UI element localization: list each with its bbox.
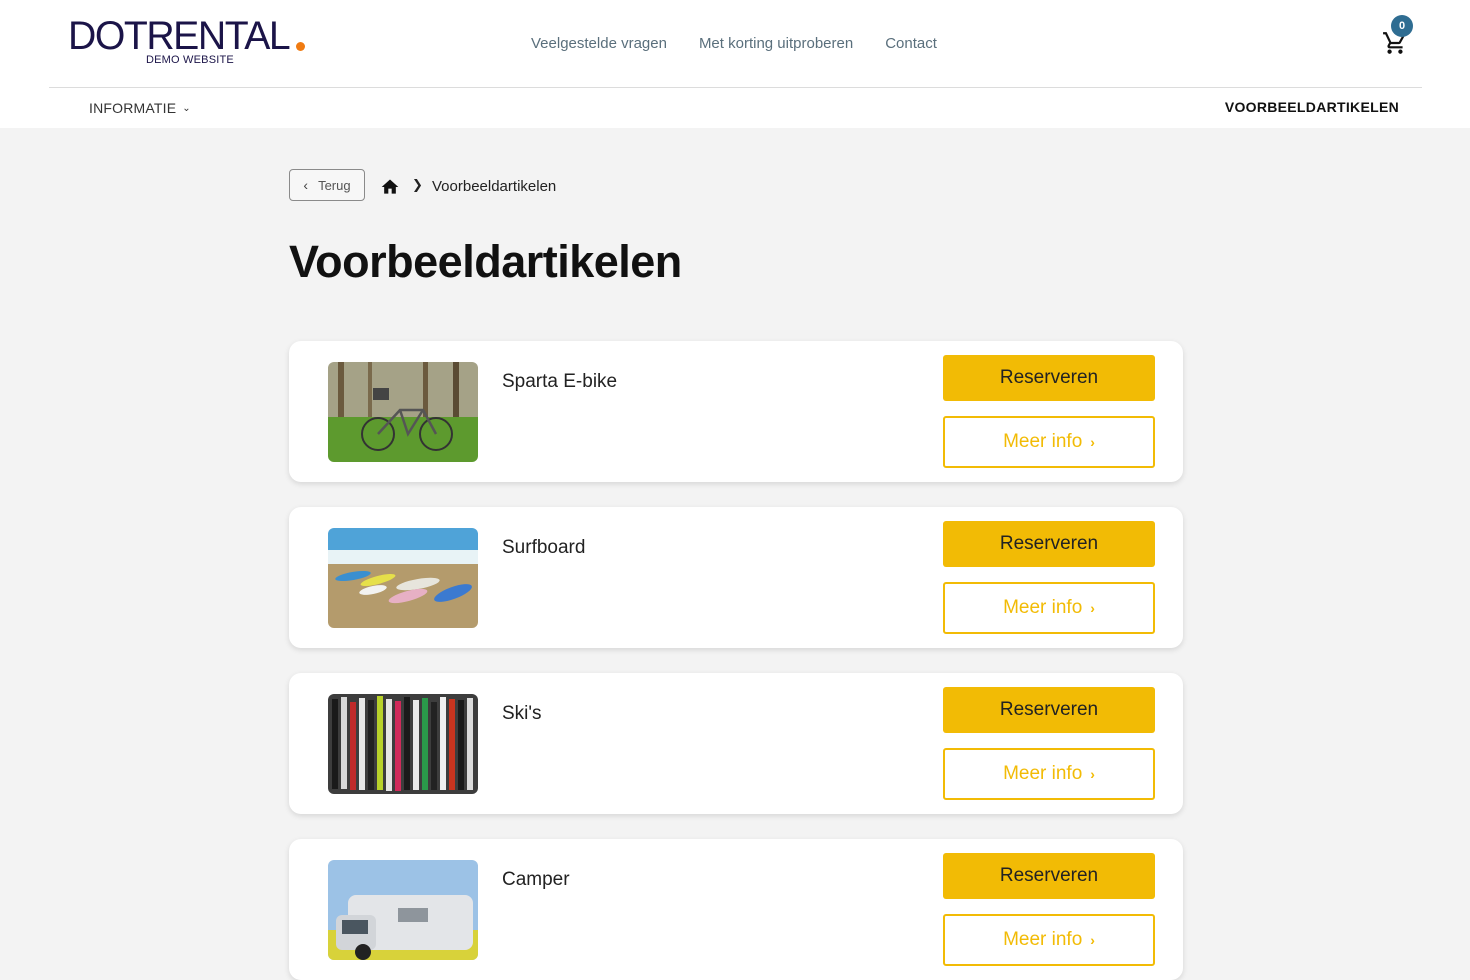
logo-wordmark: DOTRENTAL <box>68 14 291 58</box>
product-card: Ski's Reserveren Meer info › <box>289 673 1183 814</box>
chevron-left-icon: ‹ <box>303 177 309 193</box>
info-dropdown[interactable]: INFORMATIE ⌄ <box>89 100 191 116</box>
more-info-label: Meer info <box>1003 763 1083 784</box>
chevron-right-icon: › <box>1090 434 1095 450</box>
product-name: Sparta E-bike <box>502 371 618 392</box>
breadcrumb-current: Voorbeeldartikelen <box>432 178 557 195</box>
nav-link-contact[interactable]: Contact <box>885 34 937 54</box>
product-name: Surfboard <box>502 537 586 558</box>
product-image-skis[interactable] <box>328 694 478 794</box>
cart-count-badge: 0 <box>1391 15 1413 37</box>
reserve-button[interactable]: Reserveren <box>943 687 1155 733</box>
logo-dot <box>296 42 305 51</box>
more-info-button[interactable]: Meer info › <box>943 582 1155 634</box>
product-card: Camper Reserveren Meer info › <box>289 839 1183 980</box>
top-navigation: Veelgestelde vragen Met korting uitprobe… <box>531 34 937 54</box>
reserve-button[interactable]: Reserveren <box>943 521 1155 567</box>
product-name: Camper <box>502 869 570 890</box>
back-button[interactable]: ‹ Terug <box>289 169 365 201</box>
chevron-right-icon: › <box>1090 932 1095 948</box>
more-info-label: Meer info <box>1003 431 1083 452</box>
product-image-camper[interactable] <box>328 860 478 960</box>
reserve-button[interactable]: Reserveren <box>943 853 1155 899</box>
more-info-button[interactable]: Meer info › <box>943 914 1155 966</box>
page-title: Voorbeeldartikelen <box>289 236 682 287</box>
info-dropdown-label: INFORMATIE <box>89 100 177 116</box>
more-info-label: Meer info <box>1003 597 1083 618</box>
reserve-button[interactable]: Reserveren <box>943 355 1155 401</box>
site-logo[interactable]: DOTRENTAL DEMO WEBSITE <box>68 14 318 74</box>
logo-subtitle: DEMO WEBSITE <box>146 54 234 66</box>
more-info-button[interactable]: Meer info › <box>943 748 1155 800</box>
home-icon[interactable] <box>380 177 400 197</box>
back-button-label: Terug <box>318 177 351 193</box>
chevron-down-icon: ⌄ <box>182 102 191 114</box>
more-info-label: Meer info <box>1003 929 1083 950</box>
nav-link-faq[interactable]: Veelgestelde vragen <box>531 34 667 54</box>
nav-link-examples[interactable]: VOORBEELDARTIKELEN <box>1225 99 1399 115</box>
nav-link-discount[interactable]: Met korting uitproberen <box>699 34 853 54</box>
more-info-button[interactable]: Meer info › <box>943 416 1155 468</box>
product-image-surfboard[interactable] <box>328 528 478 628</box>
product-image-ebike[interactable] <box>328 362 478 462</box>
product-card: Surfboard Reserveren Meer info › <box>289 507 1183 648</box>
chevron-right-icon: ❯ <box>412 177 423 192</box>
product-name: Ski's <box>502 703 542 724</box>
chevron-right-icon: › <box>1090 600 1095 616</box>
product-card: Sparta E-bike Reserveren Meer info › <box>289 341 1183 482</box>
chevron-right-icon: › <box>1090 766 1095 782</box>
